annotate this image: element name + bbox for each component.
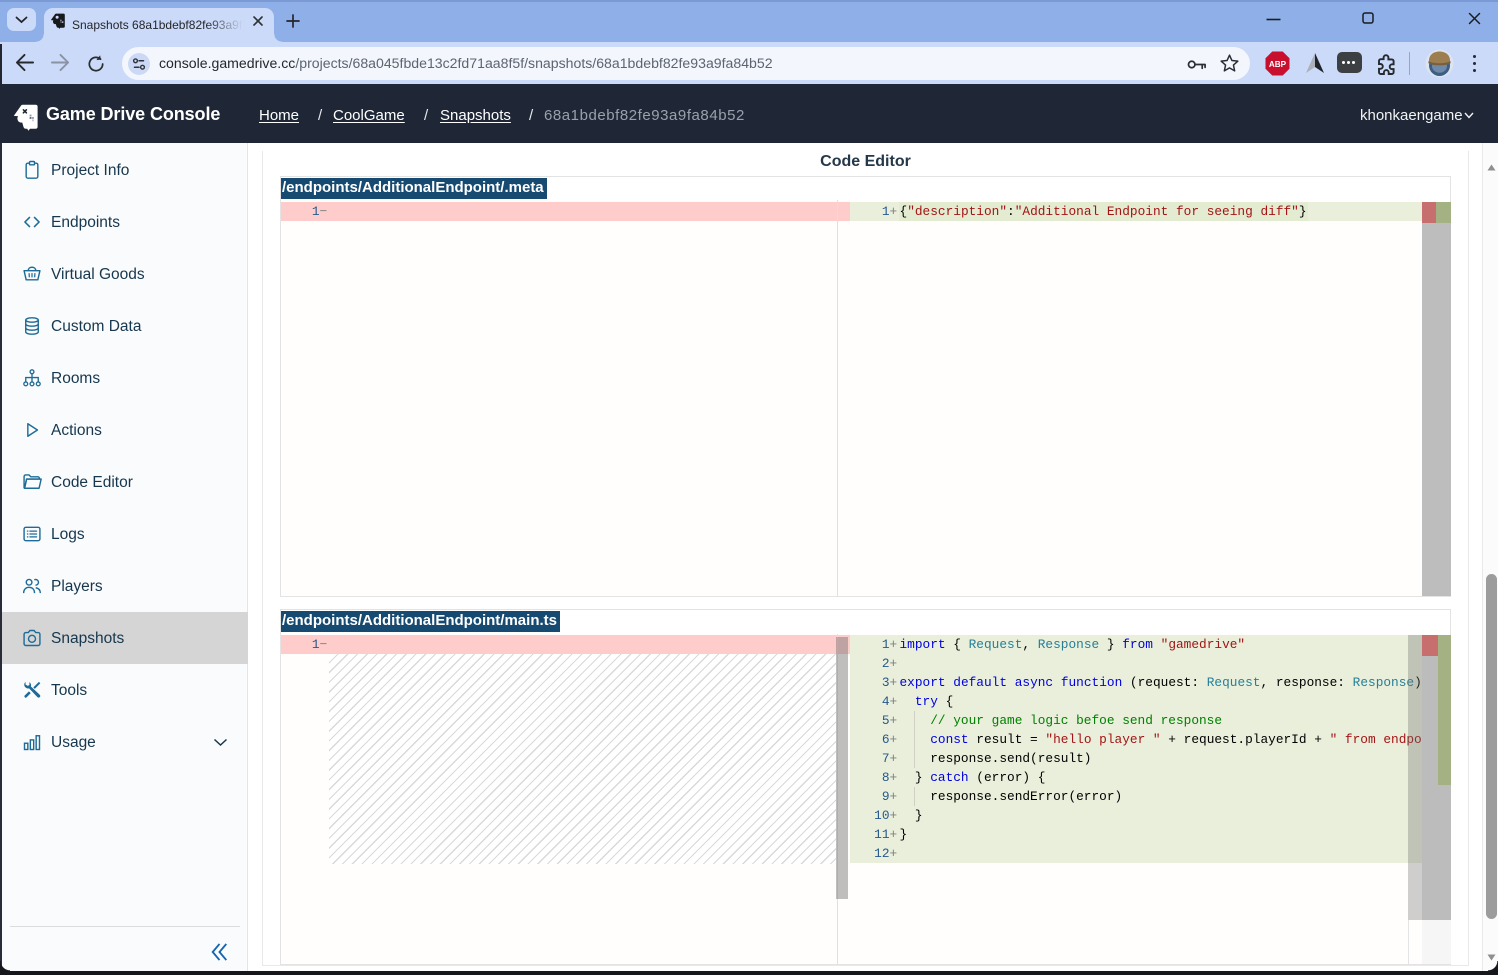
svg-text:ABP: ABP bbox=[1269, 60, 1287, 69]
